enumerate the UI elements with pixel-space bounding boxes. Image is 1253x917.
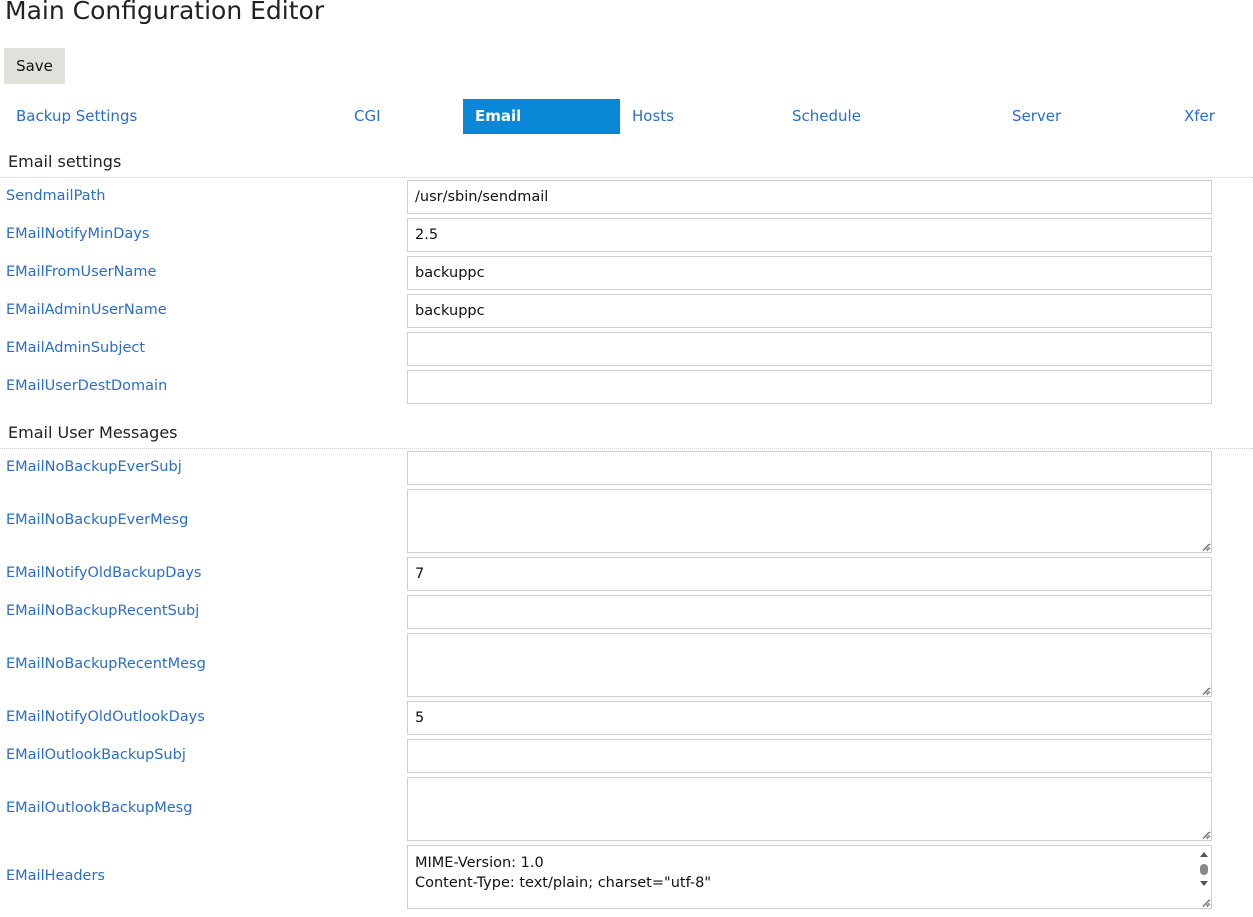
field-label-emailnotifyoldoutlookdays[interactable]: EMailNotifyOldOutlookDays [6,709,205,725]
section-divider [0,177,1253,178]
emailnobackupevermesg-textarea[interactable] [407,489,1212,553]
tab-bar: Backup Settings CGI Email Hosts Schedule… [0,99,1253,135]
field-label-emailnobackupevermesg[interactable]: EMailNoBackupEverMesg [6,512,188,528]
field-label-emailnotifyoldbackupdays[interactable]: EMailNotifyOldBackupDays [6,565,201,581]
field-label-emailoutlookbackupmesg[interactable]: EMailOutlookBackupMesg [6,800,192,816]
tab-cgi[interactable]: CGI [354,99,381,134]
field-label-emailheaders[interactable]: EMailHeaders [6,868,105,884]
field-label-sendmailpath[interactable]: SendmailPath [6,188,105,204]
field-label-emailadminusername[interactable]: EMailAdminUserName [6,302,167,318]
field-label-emailfromusername[interactable]: EMailFromUserName [6,264,156,280]
emailadminusername-input[interactable] [407,294,1212,328]
section-header-email-user-messages: Email User Messages [8,423,178,442]
emailnobackuprecentsubj-input[interactable] [407,595,1212,629]
field-label-emailoutlookbackupsubj[interactable]: EMailOutlookBackupSubj [6,747,186,763]
field-label-emailnobackupeversubj[interactable]: EMailNoBackupEverSubj [6,459,182,475]
tab-backup-settings[interactable]: Backup Settings [16,99,137,134]
scroll-up-arrow-icon[interactable] [1199,850,1209,858]
page-title: Main Configuration Editor [5,0,325,25]
section-divider [0,448,1253,449]
field-label-emailuserdestdomain[interactable]: EMailUserDestDomain [6,378,167,394]
tab-email[interactable]: Email [463,99,620,134]
field-label-emailnotifymindays[interactable]: EMailNotifyMinDays [6,226,149,242]
field-label-emailnobackuprecentsubj[interactable]: EMailNoBackupRecentSubj [6,603,199,619]
section-header-email-settings: Email settings [8,152,122,171]
emailnotifyoldoutlookdays-input[interactable] [407,701,1212,735]
emailnotifyoldbackupdays-input[interactable] [407,557,1212,591]
emailnobackupeversubj-input[interactable] [407,451,1212,485]
tab-server[interactable]: Server [1012,99,1061,134]
tab-xfer[interactable]: Xfer [1184,99,1215,134]
field-label-emailadminsubject[interactable]: EMailAdminSubject [6,340,145,356]
emailfromusername-input[interactable] [407,256,1212,290]
emailuserdestdomain-input[interactable] [407,370,1212,404]
emailoutlookbackupmesg-textarea[interactable] [407,777,1212,841]
emailheaders-textarea[interactable] [407,845,1212,909]
tab-schedule[interactable]: Schedule [792,99,861,134]
emailnotifymindays-input[interactable] [407,218,1212,252]
save-button[interactable]: Save [4,48,65,84]
emailnobackuprecentmesg-textarea[interactable] [407,633,1212,697]
emailoutlookbackupsubj-input[interactable] [407,739,1212,773]
sendmailpath-input[interactable] [407,180,1212,214]
emailheaders-scrollbar[interactable] [1198,848,1210,894]
tab-hosts[interactable]: Hosts [632,99,674,134]
emailadminsubject-input[interactable] [407,332,1212,366]
field-label-emailnobackuprecentmesg[interactable]: EMailNoBackupRecentMesg [6,656,206,672]
scroll-down-arrow-icon[interactable] [1199,880,1209,888]
scrollbar-thumb[interactable] [1200,864,1208,875]
